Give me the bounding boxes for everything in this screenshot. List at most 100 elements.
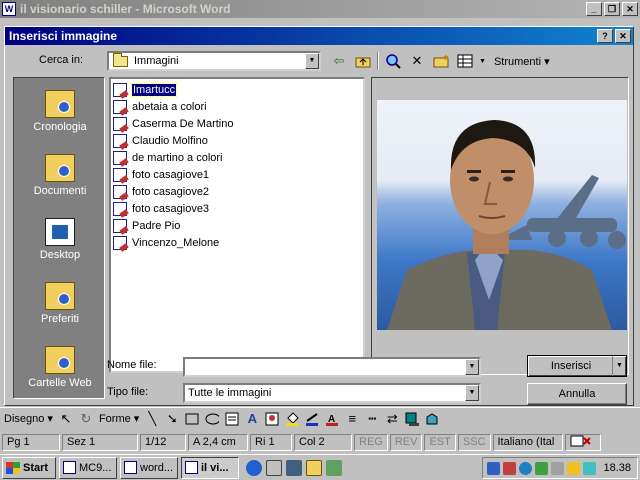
tools-menu[interactable]: Strumenti ▾ [494,55,550,68]
status-rec[interactable]: REG [354,433,388,451]
tray-globe-icon[interactable] [519,461,533,475]
up-folder-icon[interactable] [353,51,373,71]
start-button[interactable]: Start [2,456,56,479]
app-shortcut-icon[interactable] [326,459,342,476]
favorites-folder-icon [45,282,75,310]
help-button[interactable]: ? [597,29,613,43]
file-list[interactable]: Imartucc abetaia a colori Caserma De Mar… [109,77,365,373]
wordart-icon[interactable]: A [245,411,259,426]
taskbar-item-word[interactable]: word... [120,456,178,479]
fill-color-icon[interactable] [285,411,300,426]
autoshapes-menu[interactable]: Forme ▾ [99,412,139,426]
cancel-button[interactable]: Annulla [527,383,627,405]
chevron-down-icon[interactable]: ▼ [465,359,479,375]
rectangle-icon[interactable] [185,412,199,426]
browser-icon[interactable] [246,459,262,476]
close-button[interactable]: ✕ [622,2,638,16]
font-color-icon[interactable]: A [325,412,339,426]
desktop-icon [45,218,75,246]
status-column: Col 2 [294,433,352,451]
file-name: foto casagiove1 [132,168,210,181]
delete-icon[interactable]: ✕ [407,51,427,71]
outlook-icon[interactable] [266,459,282,476]
status-ovr[interactable]: SSC [457,433,491,451]
3d-icon[interactable] [425,412,439,426]
taskbar-item-mc9[interactable]: MC9... [59,456,117,479]
views-icon[interactable] [455,51,475,71]
chevron-down-icon[interactable]: ▼ [305,53,319,69]
tray-network-icon[interactable] [487,461,501,475]
insert-dropdown-chevron-icon[interactable]: ▼ [612,356,626,376]
image-file-icon [113,116,127,131]
file-name: Claudio Molfino [132,134,208,147]
select-objects-icon[interactable]: ↖ [59,411,73,426]
taskbar-item-il-visionario[interactable]: il vi... [181,456,239,479]
image-file-icon [113,82,127,97]
shadow-icon[interactable] [405,412,420,426]
list-item[interactable]: Vincenzo_Melone [113,234,363,251]
clock[interactable]: 18.38 [603,462,631,474]
tray-app-icon[interactable] [535,461,549,475]
preview-pane [371,77,629,375]
draw-menu[interactable]: Disegno ▾ [4,412,53,426]
quick-launch [246,459,342,476]
taskbar: Start MC9... word... il vi... 18.38 [0,454,640,480]
list-item[interactable]: Imartucc [113,81,363,98]
tray-connection-icon[interactable] [583,461,597,475]
list-item[interactable]: Caserma De Martino [113,115,363,132]
minimize-button[interactable]: _ [586,2,602,16]
status-rev[interactable]: REV [389,433,423,451]
status-position: A 2,4 cm [188,433,248,451]
tray-antivirus-icon[interactable] [503,461,517,475]
line-style-icon[interactable]: ≡ [345,411,359,426]
tray-monitor-icon[interactable] [567,461,581,475]
views-chevron-down-icon[interactable]: ▼ [479,58,486,65]
photo-preview [377,100,627,330]
list-item[interactable]: Padre Pio [113,217,363,234]
search-web-icon[interactable] [383,51,403,71]
text-box-icon[interactable] [225,412,239,426]
place-web-folders[interactable]: Cartelle Web [14,346,106,389]
file-name-input[interactable]: ▼ [183,357,481,377]
clip-art-icon[interactable] [265,412,279,426]
insert-picture-dialog: Inserisci immagine ? ✕ Cerca in: Immagin… [4,26,634,406]
file-type-label: Tipo file: [107,386,149,398]
toolbar-separator [377,52,379,70]
word-doc-icon[interactable]: W [2,2,16,16]
tray-volume-icon[interactable] [551,461,565,475]
restore-button[interactable]: ❐ [604,2,620,16]
back-arrow-icon[interactable]: ⇦ [329,51,349,71]
place-favorites[interactable]: Preferiti [14,282,106,325]
status-ext[interactable]: EST [424,433,456,451]
history-folder-icon [45,90,75,118]
dash-style-icon[interactable]: ┅ [365,411,379,426]
list-item[interactable]: Claudio Molfino [113,132,363,149]
dialog-close-button[interactable]: ✕ [615,29,631,43]
image-file-icon [113,184,127,199]
desktop-show-icon[interactable] [286,459,302,476]
list-item[interactable]: foto casagiove2 [113,183,363,200]
place-desktop[interactable]: Desktop [14,218,106,261]
list-item[interactable]: foto casagiove1 [113,166,363,183]
file-type-select[interactable]: Tutte le immagini ▼ [183,383,481,403]
arrow-icon[interactable]: ➘ [165,411,179,426]
line-color-icon[interactable] [305,412,319,426]
spelling-status-icon[interactable] [564,433,601,451]
line-icon[interactable]: ╲ [145,411,159,426]
explorer-icon[interactable] [306,459,322,476]
word-doc-icon [124,461,137,474]
list-item[interactable]: abetaia a colori [113,98,363,115]
file-name: Caserma De Martino [132,117,234,130]
documents-folder-icon [45,154,75,182]
oval-icon[interactable] [205,412,220,426]
look-in-select[interactable]: Immagini ▼ [107,51,321,71]
new-folder-icon[interactable]: ✱ [431,51,451,71]
chevron-down-icon[interactable]: ▼ [465,385,479,401]
arrow-style-icon[interactable]: ⇄ [385,411,399,426]
list-item[interactable]: foto casagiove3 [113,200,363,217]
insert-button[interactable]: Inserisci ▼ [527,355,627,377]
place-history[interactable]: Cronologia [14,90,106,133]
free-rotate-icon[interactable]: ↻ [79,411,93,426]
place-documents[interactable]: Documenti [14,154,106,197]
list-item[interactable]: de martino a colori [113,149,363,166]
